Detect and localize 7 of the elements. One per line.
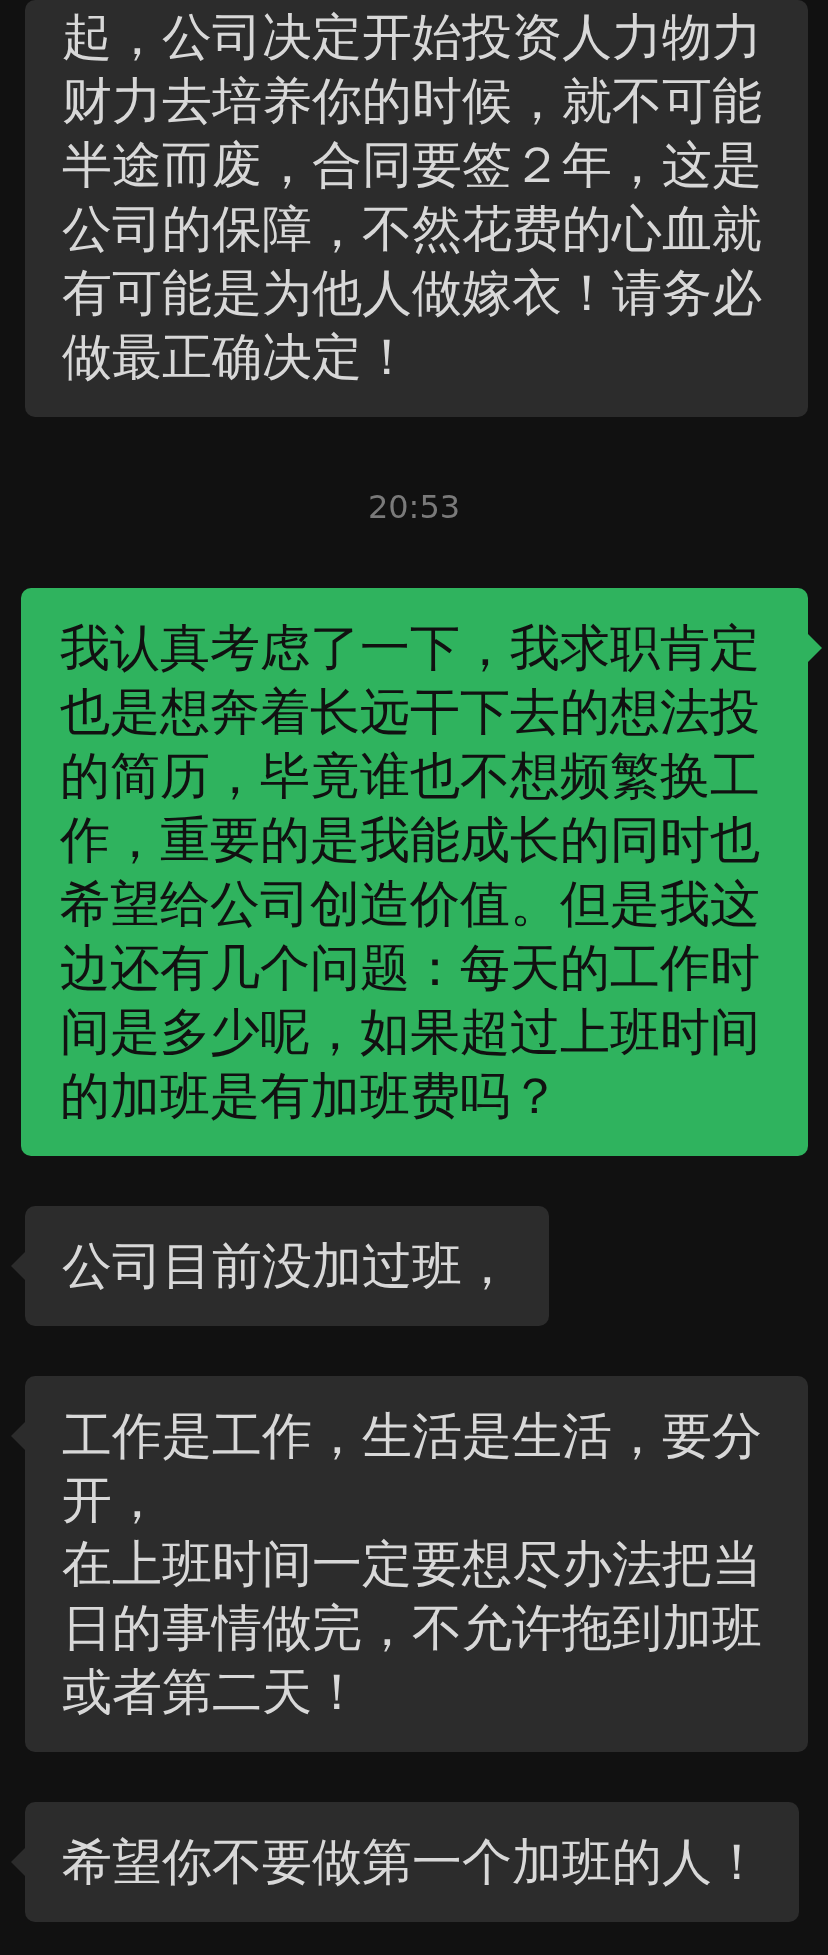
message-text: 我认真考虑了一下，我求职肯定也是想奔着长远干下去的想法投的简历，毕竟谁也不想频繁换工作，重要的是我能成长的同时也希望给公司创造价值。但是我这边还有几个问题：每天的工作时间是多少呢，如果超过上班时间的加班是有加班费吗？ <box>60 618 761 1127</box>
message-text: 希望你不要做第一个加班的人！ <box>62 1832 762 1893</box>
timestamp: 20:53 <box>367 489 461 526</box>
message-text: 在上班时间一定要想尽办法把当日的事情做完，不允许拖到加班或者第二天！ <box>62 1534 763 1723</box>
message-text: 公司目前没加过班， <box>62 1236 512 1297</box>
message-text: 起，公司决定开始投资人力物力财力去培养你的时候，就不可能半途而废，合同要签２年，这是公司的保障，不然花费的心血就有可能是为他人做嫁衣！请务必做最正确决定！ <box>62 7 763 388</box>
message-text: 工作是工作，生活是生活，要分开， <box>62 1406 763 1531</box>
